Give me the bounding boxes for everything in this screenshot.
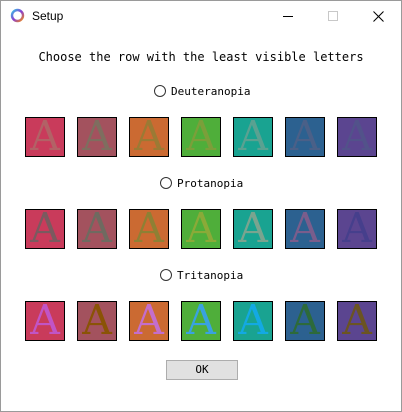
ok-button[interactable]: OK <box>166 360 238 380</box>
color-tile: A <box>129 301 169 341</box>
tile-letter: A <box>290 301 320 341</box>
tile-letter: A <box>82 117 112 157</box>
app-ring-icon <box>10 8 25 23</box>
tile-letter: A <box>238 209 268 249</box>
tile-letter: A <box>238 117 268 157</box>
title-bar: Setup <box>1 1 401 32</box>
color-tile: A <box>181 209 221 249</box>
tile-letter: A <box>342 301 372 341</box>
tile-letter: A <box>186 209 216 249</box>
color-tile: A <box>77 301 117 341</box>
radio-button[interactable] <box>160 269 172 281</box>
tile-letter: A <box>238 301 268 341</box>
radio-button[interactable] <box>160 177 172 189</box>
tile-letter: A <box>30 117 60 157</box>
color-tile: A <box>285 301 325 341</box>
tile-letter: A <box>30 209 60 249</box>
color-tile: A <box>233 117 273 157</box>
color-tile: A <box>233 209 273 249</box>
option-label: Protanopia <box>177 176 244 190</box>
window-title: Setup <box>32 9 64 23</box>
tile-letter: A <box>134 209 164 249</box>
option-protanopia[interactable]: Protanopia <box>160 175 243 191</box>
color-tile: A <box>181 117 221 157</box>
tile-letter: A <box>186 117 216 157</box>
color-tile: A <box>25 301 65 341</box>
color-tile: A <box>25 117 65 157</box>
option-deuteranopia[interactable]: Deuteranopia <box>154 83 250 99</box>
tile-letter: A <box>342 209 372 249</box>
color-tile: A <box>77 117 117 157</box>
maximize-button <box>311 1 356 32</box>
minimize-button[interactable] <box>266 1 311 32</box>
tile-letter: A <box>290 117 320 157</box>
color-tile: A <box>181 301 221 341</box>
tile-letter: A <box>342 117 372 157</box>
setup-window: Setup Choose the row with the least visi… <box>0 0 402 412</box>
color-tile: A <box>285 117 325 157</box>
maximize-icon <box>328 11 338 21</box>
color-tile: A <box>285 209 325 249</box>
color-tile: A <box>77 209 117 249</box>
tile-letter: A <box>134 301 164 341</box>
tile-letter: A <box>186 301 216 341</box>
color-tile: A <box>25 209 65 249</box>
tile-letter: A <box>134 117 164 157</box>
minimize-icon <box>283 16 293 17</box>
instruction-text: Choose the row with the least visible le… <box>38 50 364 64</box>
option-tritanopia[interactable]: Tritanopia <box>160 267 243 283</box>
option-label: Tritanopia <box>177 268 244 282</box>
tile-letter: A <box>290 209 320 249</box>
tile-letter: A <box>82 209 112 249</box>
color-tile: A <box>337 209 377 249</box>
tile-letter: A <box>30 301 60 341</box>
color-tile: A <box>337 117 377 157</box>
radio-button[interactable] <box>154 85 166 97</box>
tile-letter: A <box>82 301 112 341</box>
color-tile: A <box>233 301 273 341</box>
color-tile: A <box>129 209 169 249</box>
color-tile: A <box>129 117 169 157</box>
color-tile: A <box>337 301 377 341</box>
close-icon <box>373 11 384 22</box>
option-label: Deuteranopia <box>171 84 251 98</box>
close-button[interactable] <box>356 1 401 32</box>
